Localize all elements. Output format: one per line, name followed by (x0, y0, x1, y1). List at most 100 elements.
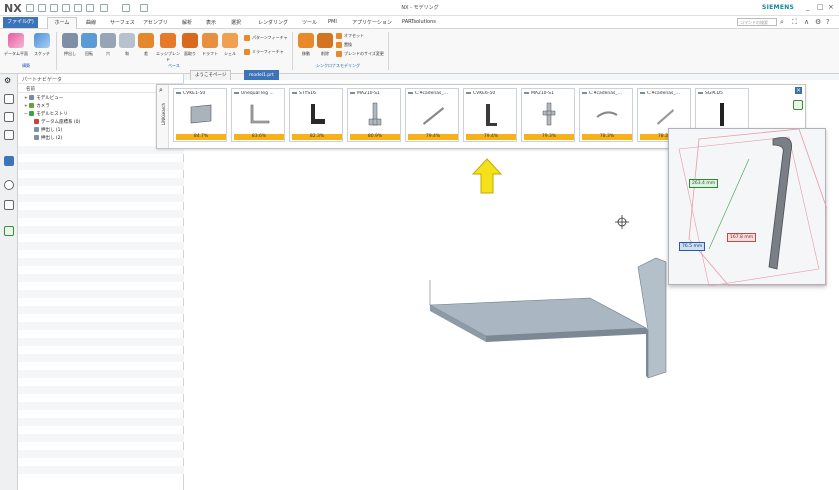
window-icon[interactable] (140, 4, 148, 12)
sketch-icon[interactable] (34, 33, 50, 48)
siemens-logo: SIEMENS (762, 4, 795, 11)
tree-item-model-history[interactable]: − モデルヒストリ (24, 111, 68, 117)
help-icon[interactable]: ? (826, 18, 830, 26)
result-title-text: MA210-S1 (357, 91, 380, 96)
tab-select[interactable]: 選択 (231, 19, 241, 26)
extrude-icon[interactable] (62, 33, 78, 48)
part-icon (698, 91, 703, 94)
group-construct[interactable]: 構築 (22, 63, 30, 69)
tree-label: モデルビュー (36, 96, 64, 101)
delete-face-label: 削除 (321, 51, 329, 56)
bracket-model[interactable] (420, 250, 670, 380)
result-title: MA210-S1 (524, 91, 574, 96)
undo-icon[interactable] (38, 4, 46, 12)
tab-view[interactable]: 表示 (206, 19, 216, 26)
replace-face-button[interactable]: 置換 (336, 42, 352, 48)
result-card[interactable]: CVKE1-50 84.7% (173, 88, 227, 142)
tree-item-model-views[interactable]: + モデルビュー (24, 95, 63, 101)
pattern-feature-button[interactable]: パターンフィーチャ (244, 35, 288, 41)
touch-mode-icon[interactable] (122, 4, 130, 12)
tab-partsolutions[interactable]: PARTsolutions (402, 19, 436, 25)
tab-render[interactable]: レンダリング (258, 19, 288, 26)
mirror-feature-button[interactable]: ミラーフィーチャ (244, 49, 284, 55)
magnifier-icon[interactable]: ⌕ (159, 86, 163, 95)
offset-region-button[interactable]: オフセット (336, 33, 364, 39)
history-icon[interactable] (4, 180, 14, 190)
part-thumbnail (596, 111, 618, 118)
result-card[interactable]: C:¥cadenas_... 79.4% (405, 88, 459, 142)
shell-icon[interactable] (222, 33, 238, 48)
command-search-input[interactable]: コマンドの検索 (737, 18, 777, 26)
collapse-ribbon-icon[interactable]: ∧ (804, 18, 809, 26)
result-card[interactable]: MA210-S1 79.3% (521, 88, 575, 142)
result-title: C:¥cadenas_... (408, 91, 458, 96)
tab-curve[interactable]: 曲線 (86, 19, 96, 26)
search-icon[interactable]: ⌕ (780, 18, 784, 27)
datum-plane-icon[interactable] (8, 33, 24, 48)
fullscreen-icon[interactable]: ⛶ (792, 18, 797, 27)
tree-item-extrude-1[interactable]: 押出し (1) (34, 127, 62, 133)
file-tab[interactable]: ファイル(F) (3, 17, 38, 28)
part-icon (524, 91, 529, 94)
assembly-navigator-icon[interactable] (4, 94, 14, 104)
tab-welcome-page[interactable]: ようこそページ (190, 70, 232, 80)
unite-icon[interactable] (119, 33, 135, 48)
tab-pmi[interactable]: PMI (328, 19, 337, 25)
paste-icon[interactable] (86, 4, 94, 12)
group-base[interactable]: ベース (168, 63, 180, 69)
chamfer-icon[interactable] (182, 33, 198, 48)
gear-icon[interactable]: ⚙ (815, 18, 821, 26)
download-part-icon[interactable] (793, 100, 803, 110)
result-title-text: Unequal leg ... (241, 91, 274, 96)
part-navigator-icon[interactable] (4, 130, 14, 140)
tab-analysis[interactable]: 解析 (182, 19, 192, 26)
tab-home[interactable]: ホーム (47, 17, 77, 29)
linksearch-icon[interactable] (4, 226, 14, 236)
group-synchronous-modeling[interactable]: シンクロナスモデリング (316, 63, 360, 69)
revolve-icon[interactable] (81, 33, 97, 48)
constraint-navigator-icon[interactable] (4, 112, 14, 122)
tab-application[interactable]: アプリケーション (352, 19, 392, 26)
tree-item-datum-csys[interactable]: データム座標系 (0) (34, 119, 80, 125)
tab-model1[interactable]: model1.prt (244, 70, 279, 80)
delete-face-icon[interactable] (317, 33, 333, 48)
move-face-icon[interactable] (298, 33, 314, 48)
edge-blend-icon[interactable] (160, 33, 176, 48)
repeat-command-icon[interactable] (100, 4, 108, 12)
part-thumbnail (720, 103, 724, 126)
hole-icon[interactable] (100, 33, 116, 48)
tree-item-cameras[interactable]: + カメラ (24, 103, 50, 109)
web-browser-icon[interactable] (4, 200, 14, 210)
close-button[interactable]: × (828, 3, 834, 11)
subtract-icon[interactable] (138, 33, 154, 48)
tab-surface[interactable]: サーフェス (110, 19, 135, 26)
result-card[interactable]: Unequal leg ... 83.6% (231, 88, 285, 142)
part-thumbnail (542, 102, 556, 126)
tree-item-extrude-2[interactable]: 押出し (2) (34, 135, 62, 141)
close-search-button[interactable]: × (795, 87, 802, 94)
nx-logo: NX (4, 2, 22, 15)
draft-icon[interactable] (202, 33, 218, 48)
result-card[interactable]: STYS16 82.3% (289, 88, 343, 142)
maximize-button[interactable]: □ (817, 3, 824, 11)
gear-icon[interactable]: ⚙ (4, 76, 14, 86)
tab-tools[interactable]: ツール (302, 19, 317, 26)
result-title: C:¥cadenas_... (582, 91, 632, 96)
part-icon (234, 91, 239, 94)
part-icon (408, 91, 413, 94)
part-icon (176, 91, 181, 94)
redo-icon[interactable] (50, 4, 58, 12)
result-card[interactable]: C:¥cadenas_... 78.3% (579, 88, 633, 142)
part-preview-window[interactable]: 263.4 mm 167.8 mm 76.5 mm (668, 128, 828, 287)
ribbon: データム平面 スケッチ 押出し 回転 穴 和 差 エッジブレンド 面取り ドラフ… (0, 29, 839, 74)
reuse-library-icon[interactable] (4, 156, 14, 166)
result-card[interactable]: CVKE6-50 79.4% (463, 88, 517, 142)
tab-assembly[interactable]: アセンブリ (143, 19, 168, 26)
save-icon[interactable] (26, 4, 34, 12)
result-title-text: C:¥cadenas_... (589, 91, 622, 96)
result-card[interactable]: MA210-S1 80.9% (347, 88, 401, 142)
minimize-button[interactable]: _ (806, 3, 810, 11)
cut-icon[interactable] (62, 4, 70, 12)
copy-icon[interactable] (74, 4, 82, 12)
resize-blend-button[interactable]: ブレンドのサイズ変更 (336, 51, 384, 57)
